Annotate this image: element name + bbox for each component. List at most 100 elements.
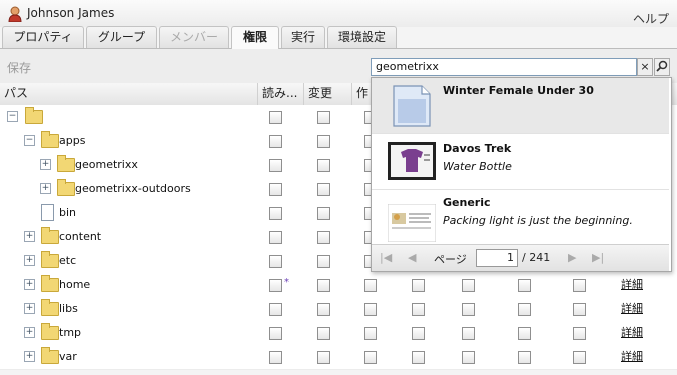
details-link[interactable]: 詳細 [621,324,643,340]
checkbox[interactable] [269,135,282,148]
tab-preferences[interactable]: 環境設定 [327,26,397,48]
checkbox[interactable] [269,279,282,292]
node-label: bin [59,206,77,219]
pagination-bar: |◀ ◀ ページ 1 / 241 ▶ ▶| [372,244,669,271]
folder-icon [41,323,59,340]
expand-icon[interactable]: + [24,351,35,362]
expand-icon[interactable]: + [24,255,35,266]
checkbox[interactable] [412,279,425,292]
column-modify[interactable]: 変更 [304,83,352,105]
result-title: Generic [443,196,491,209]
search-result-item[interactable]: Generic Packing light is just the beginn… [372,190,669,244]
checkbox[interactable] [573,303,586,316]
table-row[interactable]: + tmp 詳細 [0,321,677,346]
table-row[interactable]: + home * 詳細 [0,273,677,298]
table-row[interactable]: + libs 詳細 [0,297,677,322]
checkbox[interactable] [573,327,586,340]
expand-icon[interactable]: + [40,183,51,194]
checkbox[interactable] [269,111,282,124]
tab-permissions[interactable]: 権限 [231,26,279,49]
page-total: / 241 [522,251,551,264]
node-label: etc [59,254,77,267]
checkbox[interactable] [364,279,377,292]
checkbox[interactable] [269,159,282,172]
tab-properties[interactable]: プロパティ [2,26,84,48]
collapse-icon[interactable]: − [24,135,35,146]
checkbox[interactable] [412,303,425,316]
checkbox[interactable] [317,135,330,148]
checkbox[interactable] [518,351,531,364]
checkbox[interactable] [462,303,475,316]
expand-icon[interactable]: + [24,327,35,338]
checkbox[interactable] [269,231,282,244]
expand-icon[interactable]: + [24,231,35,242]
checkbox[interactable] [573,279,586,292]
checkbox[interactable] [269,255,282,268]
column-path[interactable]: パス [0,83,258,105]
checkbox[interactable] [269,207,282,220]
checkbox[interactable] [317,351,330,364]
search-result-item[interactable]: Davos Trek Water Bottle [372,134,669,190]
checkbox[interactable] [269,327,282,340]
checkbox[interactable] [317,255,330,268]
checkbox[interactable] [573,351,586,364]
result-title: Winter Female Under 30 [443,84,594,97]
clear-search-button[interactable]: × [637,58,653,76]
checkbox[interactable] [317,231,330,244]
node-label: libs [59,302,78,315]
tab-bar: プロパティ グループ メンバー 権限 実行 環境設定 [0,24,677,49]
checkbox[interactable] [317,207,330,220]
collapse-icon[interactable]: − [7,111,18,122]
checkbox[interactable] [518,303,531,316]
checkbox[interactable] [412,327,425,340]
page-number-input[interactable]: 1 [476,249,518,267]
checkbox[interactable] [317,303,330,316]
expand-icon[interactable]: + [40,159,51,170]
checkbox[interactable] [317,159,330,172]
folder-icon [57,179,75,196]
checkbox[interactable] [317,183,330,196]
details-link[interactable]: 詳細 [621,276,643,292]
next-page-icon[interactable]: ▶ [568,251,576,264]
checkbox[interactable] [412,351,425,364]
title-bar: Johnson James ヘルプ [0,0,677,27]
checkbox[interactable] [364,303,377,316]
tab-members[interactable]: メンバー [159,26,229,48]
tab-groups[interactable]: グループ [86,26,157,48]
checkbox[interactable] [269,183,282,196]
details-link[interactable]: 詳細 [621,348,643,364]
page-label: ページ [434,253,467,266]
search-input[interactable]: geometrixx [371,58,637,76]
checkbox[interactable] [462,351,475,364]
checkbox[interactable] [462,279,475,292]
last-page-icon[interactable]: ▶| [592,251,604,264]
node-label: tmp [59,326,82,339]
checkbox[interactable] [364,327,377,340]
checkbox[interactable] [269,351,282,364]
folder-icon [41,275,59,292]
checkbox[interactable] [269,303,282,316]
column-read[interactable]: 読み... [258,83,304,105]
prev-page-icon[interactable]: ◀ [408,251,416,264]
checkbox[interactable] [317,327,330,340]
checkbox[interactable] [364,351,377,364]
folder-icon [57,155,75,172]
checkbox[interactable] [462,327,475,340]
node-label: apps [59,134,86,147]
expand-icon[interactable]: + [24,279,35,290]
save-button[interactable]: 保存 [7,59,31,76]
details-link[interactable]: 詳細 [621,300,643,316]
tab-impersonators[interactable]: 実行 [281,26,325,48]
table-row[interactable]: + var 詳細 [0,345,677,370]
checkbox[interactable] [317,279,330,292]
checkbox[interactable] [518,279,531,292]
checkbox[interactable] [317,111,330,124]
first-page-icon[interactable]: |◀ [380,251,392,264]
search-result-item[interactable]: Winter Female Under 30 [372,78,669,134]
folder-icon [41,347,59,364]
checkbox[interactable] [518,327,531,340]
column-create[interactable]: 作 [352,83,372,105]
expand-icon[interactable]: + [24,303,35,314]
search-button[interactable] [654,58,670,76]
node-label: var [59,350,77,363]
